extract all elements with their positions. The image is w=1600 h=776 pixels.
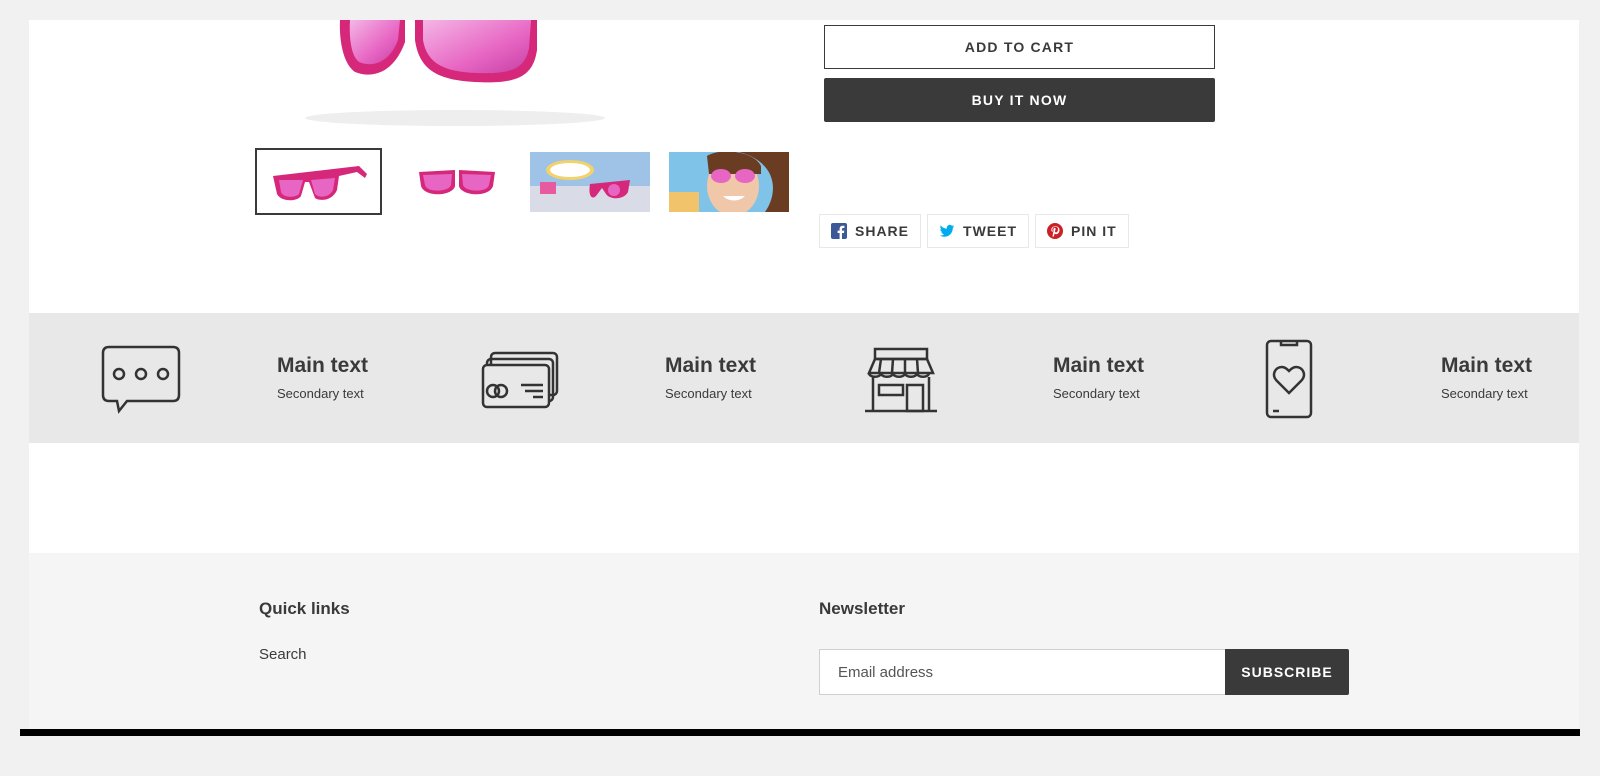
share-pinterest-button[interactable]: PIN IT [1035, 214, 1129, 248]
woman-wearing-sunglasses-image [669, 152, 789, 212]
footer-link-search[interactable]: Search [259, 646, 307, 663]
thumbnail-2[interactable] [393, 148, 520, 215]
bottom-border [20, 729, 1580, 736]
feature-item-2: Main text Secondary text [417, 313, 805, 443]
chat-bubble-icon [101, 345, 181, 415]
newsletter-title: Newsletter [819, 599, 905, 618]
share-facebook-button[interactable]: SHARE [819, 214, 922, 248]
subscribe-button[interactable]: SUBSCRIBE [1225, 649, 1349, 695]
share-twitter-button[interactable]: TWEET [927, 214, 1030, 248]
add-to-cart-button[interactable]: ADD TO CART [824, 25, 1215, 69]
share-label: SHARE [855, 223, 910, 239]
site-footer: Quick links Search Newsletter SUBSCRIBE [29, 553, 1579, 730]
thumbnail-4[interactable] [669, 152, 789, 212]
feature-subtitle: Secondary text [277, 386, 364, 401]
feature-title: Main text [665, 354, 757, 377]
feature-item-3: Main text Secondary text [805, 313, 1193, 443]
social-sharing: SHARE TWEET PIN IT [819, 214, 1129, 248]
features-band: Main text Secondary text Main text Secon… [29, 313, 1579, 443]
page: ADD TO CART BUY IT NOW SHARE TWEET PIN I… [29, 20, 1579, 736]
quick-links-title: Quick links [259, 599, 350, 618]
tweet-label: TWEET [963, 223, 1018, 239]
feature-item-4: Main text Secondary text [1193, 313, 1581, 443]
sunglasses-image [305, 20, 605, 126]
buy-it-now-button[interactable]: BUY IT NOW [824, 78, 1215, 122]
feature-subtitle: Secondary text [1053, 386, 1140, 401]
feature-title: Main text [1441, 354, 1533, 377]
product-main-image[interactable] [255, 20, 675, 130]
phone-heart-icon [1249, 339, 1329, 419]
thumbnail-3[interactable] [530, 152, 650, 212]
feature-title: Main text [277, 354, 369, 377]
pinterest-icon [1047, 223, 1064, 239]
store-icon [861, 345, 941, 415]
sunglasses-front-image [418, 169, 495, 194]
credit-card-icon [481, 345, 561, 415]
feature-subtitle: Secondary text [1441, 386, 1528, 401]
las-vegas-image [530, 152, 650, 212]
feature-item-1: Main text Secondary text [29, 313, 417, 443]
facebook-icon [831, 223, 847, 239]
email-field[interactable] [819, 649, 1226, 695]
feature-subtitle: Secondary text [665, 386, 752, 401]
feature-title: Main text [1053, 354, 1145, 377]
thumbnail-1[interactable] [255, 148, 382, 215]
pin-it-label: PIN IT [1071, 223, 1117, 239]
sunglasses-side-image [272, 165, 367, 200]
twitter-icon [939, 223, 955, 239]
